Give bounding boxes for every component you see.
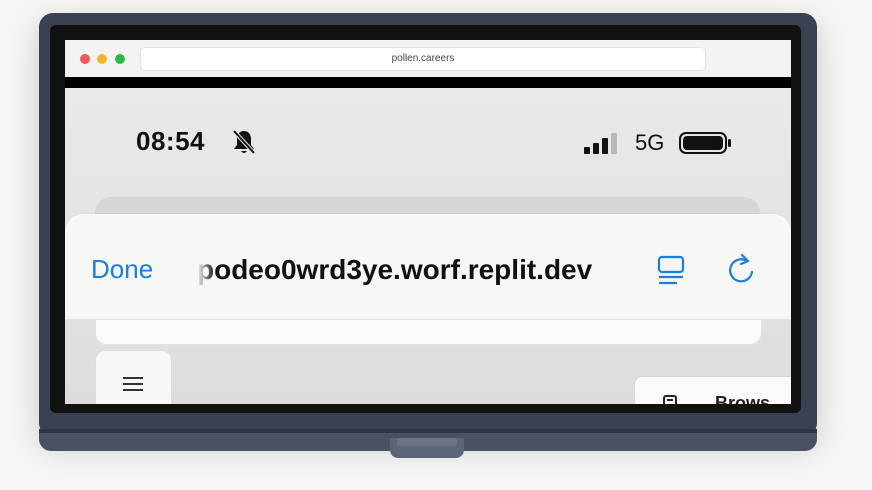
battery-icon	[679, 132, 731, 154]
browse-label: Brows	[715, 393, 771, 404]
reader-mode-icon[interactable]	[655, 252, 687, 286]
network-type: 5G	[635, 130, 665, 155]
status-time: 08:54	[136, 126, 205, 156]
browser-window: pollen.careers 08:54 5G Brows Done podeo…	[65, 40, 791, 404]
browser-toolbar: pollen.careers	[65, 40, 791, 78]
device-top-bezel	[65, 77, 791, 88]
reload-icon[interactable]	[725, 252, 757, 286]
laptop-notch-highlight	[397, 438, 457, 446]
address-bar[interactable]: pollen.careers	[140, 47, 706, 71]
document-icon	[663, 395, 677, 404]
sheet-url-text: podeo0wrd3ye.worf.replit.dev	[197, 254, 593, 285]
phone-screen: 08:54 5G Brows Done podeo0wrd3ye.worf.re…	[65, 88, 791, 404]
hamburger-menu-icon	[123, 377, 143, 391]
url-fade	[197, 252, 215, 288]
close-window-button[interactable]	[80, 54, 90, 64]
done-button[interactable]: Done	[91, 254, 153, 285]
bell-slash-icon	[232, 129, 256, 155]
in-app-browser-sheet: Done podeo0wrd3ye.worf.replit.dev	[65, 214, 791, 320]
minimize-window-button[interactable]	[97, 54, 107, 64]
menu-button[interactable]	[95, 350, 172, 404]
browse-button[interactable]: Brows	[634, 376, 791, 404]
maximize-window-button[interactable]	[115, 54, 125, 64]
signal-icon	[584, 133, 617, 154]
laptop-hinge	[39, 429, 817, 433]
